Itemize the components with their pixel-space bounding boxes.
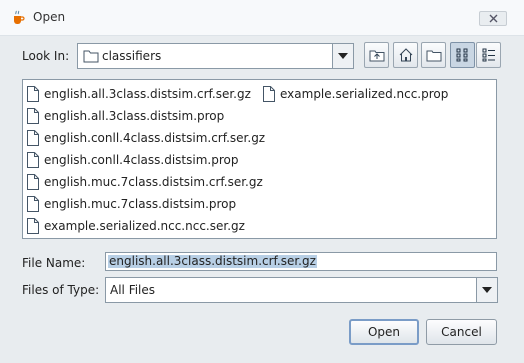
file-item[interactable]: example.serialized.ncc.prop — [263, 85, 448, 103]
file-name: english.all.3class.distsim.prop — [44, 109, 225, 123]
details-view-icon — [482, 48, 495, 62]
file-item[interactable]: english.muc.7class.distsim.crf.ser.gz — [27, 173, 263, 191]
file-icon — [263, 86, 275, 102]
chevron-down-icon — [482, 287, 492, 293]
file-item[interactable]: english.all.3class.distsim.crf.ser.gz — [27, 85, 251, 103]
java-coffee-icon — [14, 10, 25, 24]
files-of-type-label: Files of Type: — [22, 283, 100, 297]
window-title: Open — [33, 10, 66, 24]
cancel-button[interactable]: Cancel — [426, 319, 497, 345]
files-of-type-dropdown-arrow[interactable] — [476, 278, 497, 302]
file-name: english.conll.4class.distsim.prop — [44, 153, 239, 167]
file-icon — [27, 196, 39, 212]
file-icon — [27, 130, 39, 146]
file-item[interactable]: english.conll.4class.distsim.crf.ser.gz — [27, 129, 265, 147]
file-item[interactable]: english.conll.4class.distsim.prop — [27, 151, 238, 169]
title-bar: Open — [0, 0, 524, 36]
file-item[interactable]: english.all.3class.distsim.prop — [27, 107, 224, 125]
file-name: example.serialized.ncc.prop — [280, 87, 449, 101]
look-in-combo[interactable]: classifiers — [77, 43, 354, 69]
file-icon — [27, 152, 39, 168]
folder-icon — [83, 50, 99, 63]
file-icon — [27, 174, 39, 190]
file-icon — [27, 108, 39, 124]
close-x-icon — [489, 14, 497, 23]
file-icon — [27, 218, 39, 234]
look-in-dropdown-arrow[interactable] — [332, 44, 353, 68]
look-in-value: classifiers — [102, 49, 162, 63]
close-button[interactable] — [479, 11, 507, 26]
up-one-level-button[interactable] — [364, 42, 389, 68]
home-icon — [399, 48, 412, 62]
up-folder-icon — [369, 50, 384, 62]
file-name: example.serialized.ncc.ncc.ser.gz — [44, 219, 245, 233]
list-view-icon — [456, 48, 467, 62]
file-list[interactable]: english.all.3class.distsim.crf.ser.gz en… — [22, 79, 497, 239]
file-name-label: File Name: — [22, 256, 86, 270]
file-name-field[interactable]: english.all.3class.distsim.crf.ser.gz — [105, 252, 497, 271]
files-of-type-combo[interactable]: All Files — [105, 277, 498, 303]
home-button[interactable] — [393, 42, 418, 68]
file-name-value: english.all.3class.distsim.crf.ser.gz — [108, 254, 317, 268]
file-name: english.muc.7class.distsim.crf.ser.gz — [44, 175, 263, 189]
chevron-down-icon — [338, 53, 348, 59]
file-item[interactable]: english.muc.7class.distsim.prop — [27, 195, 236, 213]
details-view-button[interactable] — [476, 42, 501, 68]
new-folder-button[interactable] — [421, 42, 446, 68]
new-folder-icon — [426, 50, 441, 62]
file-icon — [27, 86, 39, 102]
files-of-type-value: All Files — [110, 283, 156, 297]
file-name: english.all.3class.distsim.crf.ser.gz — [44, 87, 251, 101]
look-in-label: Look In: — [22, 49, 70, 63]
file-name: english.conll.4class.distsim.crf.ser.gz — [44, 131, 266, 145]
list-view-button[interactable] — [450, 42, 475, 68]
open-button[interactable]: Open — [349, 319, 419, 345]
file-name: english.muc.7class.distsim.prop — [44, 197, 237, 211]
file-item[interactable]: example.serialized.ncc.ncc.ser.gz — [27, 217, 245, 235]
